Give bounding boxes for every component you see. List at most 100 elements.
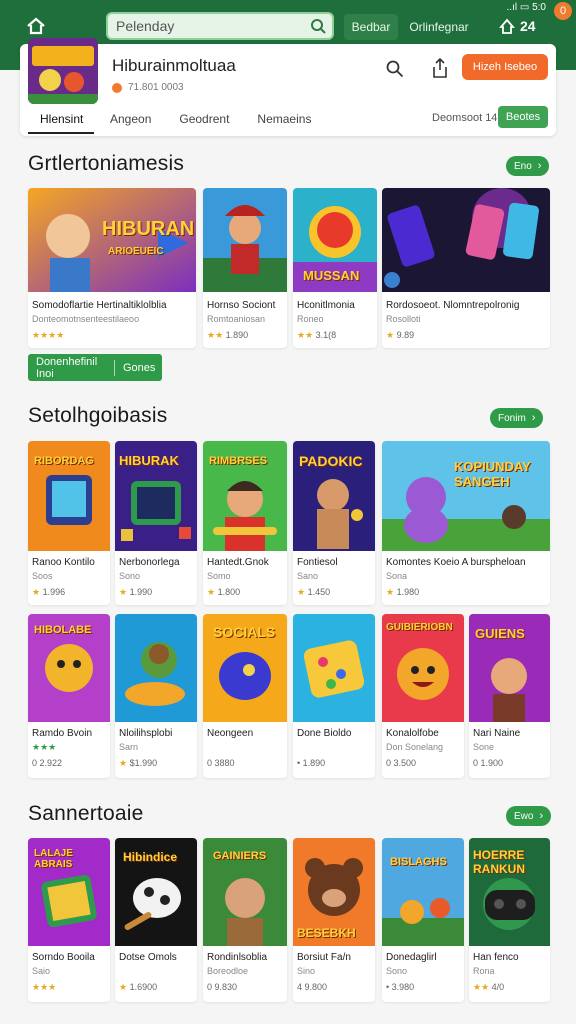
notification-badge[interactable]: 0	[554, 2, 572, 20]
game-stat: • 1.890	[297, 758, 326, 768]
row-action-left[interactable]: Donenhefinil Inoi	[28, 356, 114, 380]
header-secondary-button[interactable]: Orlinfegnar	[402, 14, 476, 40]
section-more-button[interactable]: Fonim ›	[490, 408, 544, 428]
game-title: Nloilihsplobi	[119, 728, 173, 739]
home-icon[interactable]	[26, 17, 46, 35]
game-subtitle: Sano	[297, 571, 319, 581]
game-card[interactable]: Done Bioldo • 1.890	[293, 614, 375, 778]
game-card[interactable]: SOCIALS Neongeen 0 3880	[203, 614, 287, 778]
chevron-right-icon: ›	[537, 160, 542, 172]
game-title: Han fenco	[473, 952, 519, 963]
game-rating: ★ 1.996	[32, 587, 66, 597]
game-title: Sorndo Booila	[32, 952, 95, 963]
game-card[interactable]: PADOKIC Fontiesol Sano ★ 1.450	[293, 441, 375, 605]
game-subtitle: Romtoaniosan	[207, 314, 266, 324]
game-title: Dotse Omols	[119, 952, 177, 963]
game-card[interactable]: BESEBKH Borsiut Fa/n Sino 4 9.800	[293, 838, 375, 1002]
game-card[interactable]: Rordosoeot. Nlomntrepolronig Rosolloti ★…	[382, 188, 550, 348]
search-icon[interactable]	[386, 60, 404, 78]
game-title: Hantedt.Gnok	[207, 557, 269, 568]
install-button[interactable]: Hizeh Isebeo	[462, 54, 548, 80]
sort-label[interactable]: Deomsoot 14	[432, 112, 497, 124]
app-rating: 71.801 0003	[112, 82, 184, 93]
search-box[interactable]	[106, 12, 334, 40]
section-more-button[interactable]: Eno ›	[506, 156, 550, 176]
game-art: HIBURAN ARIOEUEIC	[28, 188, 196, 292]
game-card[interactable]: MUSSAN Hconitlmonia Roneo ★★ 3.1(8	[293, 188, 377, 348]
game-art: Hibindice	[115, 838, 197, 946]
game-card[interactable]: Hibindice Dotse Omols ★ 1.6900	[115, 838, 197, 1002]
game-stat: 0 3880	[207, 758, 235, 768]
game-stat: 0 1.900	[473, 758, 504, 768]
game-art: GAINIERS	[203, 838, 287, 946]
game-card[interactable]: LALAJE ABRAIS Sorndo Booila Saio ★★★	[28, 838, 110, 1002]
header-primary-button[interactable]: Bedbar	[344, 14, 398, 40]
section-title: Grtlertoniamesis	[28, 152, 185, 175]
rating-dot-icon	[112, 82, 122, 93]
game-rating: ★★ 4/0	[473, 982, 505, 992]
section-more-button[interactable]: Ewo ›	[506, 806, 552, 826]
game-card[interactable]: HIBURAK Nerbonorlega Sono ★ 1.990	[115, 441, 197, 605]
game-card[interactable]: GAINIERS Rondinlsoblia Boreodloe 0 9.830	[203, 838, 287, 1002]
game-subtitle: Roneo	[297, 314, 324, 324]
game-subtitle: Donteomotnsenteestilaeoo	[32, 314, 140, 324]
game-card[interactable]: GUIBIERIOBN Konalolfobe Don Sonelang 0 3…	[382, 614, 464, 778]
game-subtitle: Soos	[32, 571, 53, 581]
game-title: Rondinlsoblia	[207, 952, 268, 963]
game-art: LALAJE ABRAIS	[28, 838, 110, 946]
game-rating: ★ $1.990	[119, 758, 158, 768]
game-rating: ★★★	[32, 742, 57, 752]
game-subtitle: Rona	[473, 966, 495, 976]
search-icon[interactable]	[310, 18, 326, 34]
game-subtitle: Somo	[207, 571, 231, 581]
row-action-right[interactable]: Gones	[115, 362, 155, 374]
game-card[interactable]: Nloilihsplobi Sarn ★ $1.990	[115, 614, 197, 778]
game-art-text: GUIBIERIOBN	[386, 622, 453, 633]
game-stat: 0 3.500	[386, 758, 417, 768]
game-card[interactable]: KOPIUNDAY SANGEH Komontes Koeio A bursph…	[382, 441, 550, 605]
game-card[interactable]: GUIENS Nari Naine Sone 0 1.900	[469, 614, 550, 778]
tab-overview[interactable]: Hlensint	[28, 108, 94, 134]
tab-second[interactable]: Angeon	[98, 108, 163, 134]
game-art-text: KOPIUNDAY SANGEH	[454, 459, 531, 489]
game-art-text: HIBOLABE	[34, 624, 92, 636]
search-input[interactable]	[116, 17, 306, 35]
game-card[interactable]: RIMBRSES Hantedt.Gnok Somo ★ 1.800	[203, 441, 287, 605]
chevron-right-icon: ›	[539, 810, 544, 822]
game-title: Konalolfobe	[386, 728, 439, 739]
game-art	[115, 614, 197, 722]
game-art-text: HIBURAK	[119, 453, 179, 468]
sort-button[interactable]: Beotes	[498, 106, 548, 128]
game-subtitle: Boreodloe	[207, 966, 249, 976]
game-art-text: SOCIALS	[213, 624, 276, 640]
game-card[interactable]: HOERRE RANKUN Han fenco Rona ★★ 4/0	[469, 838, 550, 1002]
chevron-right-icon: ›	[531, 412, 536, 424]
game-art-text: HIBURAN	[102, 218, 195, 240]
tab-fourth[interactable]: Nemaeins	[245, 108, 323, 134]
game-art-text: RIMBRSES	[209, 455, 268, 467]
game-stat: 4 9.800	[297, 982, 328, 992]
game-art: MUSSAN	[293, 188, 377, 292]
section-more-label: Ewo	[514, 810, 534, 822]
game-art: GUIBIERIOBN	[382, 614, 464, 722]
game-art-text: GUIENS	[475, 626, 525, 641]
game-card[interactable]: HIBOLABE Ramdo Bvoin ★★★ 0 2.922	[28, 614, 110, 778]
game-title: Donedaglirl	[386, 952, 437, 963]
game-rating: ★★★	[32, 982, 57, 992]
game-rating: ★★ 3.1(8	[297, 330, 337, 340]
app-icon	[28, 38, 98, 104]
game-rating: ★ 1.980	[386, 587, 420, 597]
section-title: Setolhgoibasis	[28, 404, 168, 427]
game-card[interactable]: BISLAGHS Donedaglirl Sono • 3.980	[382, 838, 464, 1002]
bell-icon[interactable]	[498, 18, 516, 36]
game-subtitle: Sona	[386, 571, 408, 581]
tab-third[interactable]: Geodrent	[167, 108, 241, 134]
game-card[interactable]: Hornso Sociont Romtoaniosan ★★ 1.890	[203, 188, 287, 348]
game-subtitle: Sono	[386, 966, 408, 976]
row-action-button[interactable]: Donenhefinil Inoi Gones	[28, 354, 162, 381]
share-icon[interactable]	[432, 58, 448, 78]
game-card[interactable]: RIBORDAG Ranoo Kontilo Soos ★ 1.996	[28, 441, 110, 605]
game-card[interactable]: HIBURAN ARIOEUEIC Somodoflartie Hertinal…	[28, 188, 196, 348]
game-art	[203, 188, 287, 292]
app-rating-text: 71.801 0003	[128, 82, 184, 93]
